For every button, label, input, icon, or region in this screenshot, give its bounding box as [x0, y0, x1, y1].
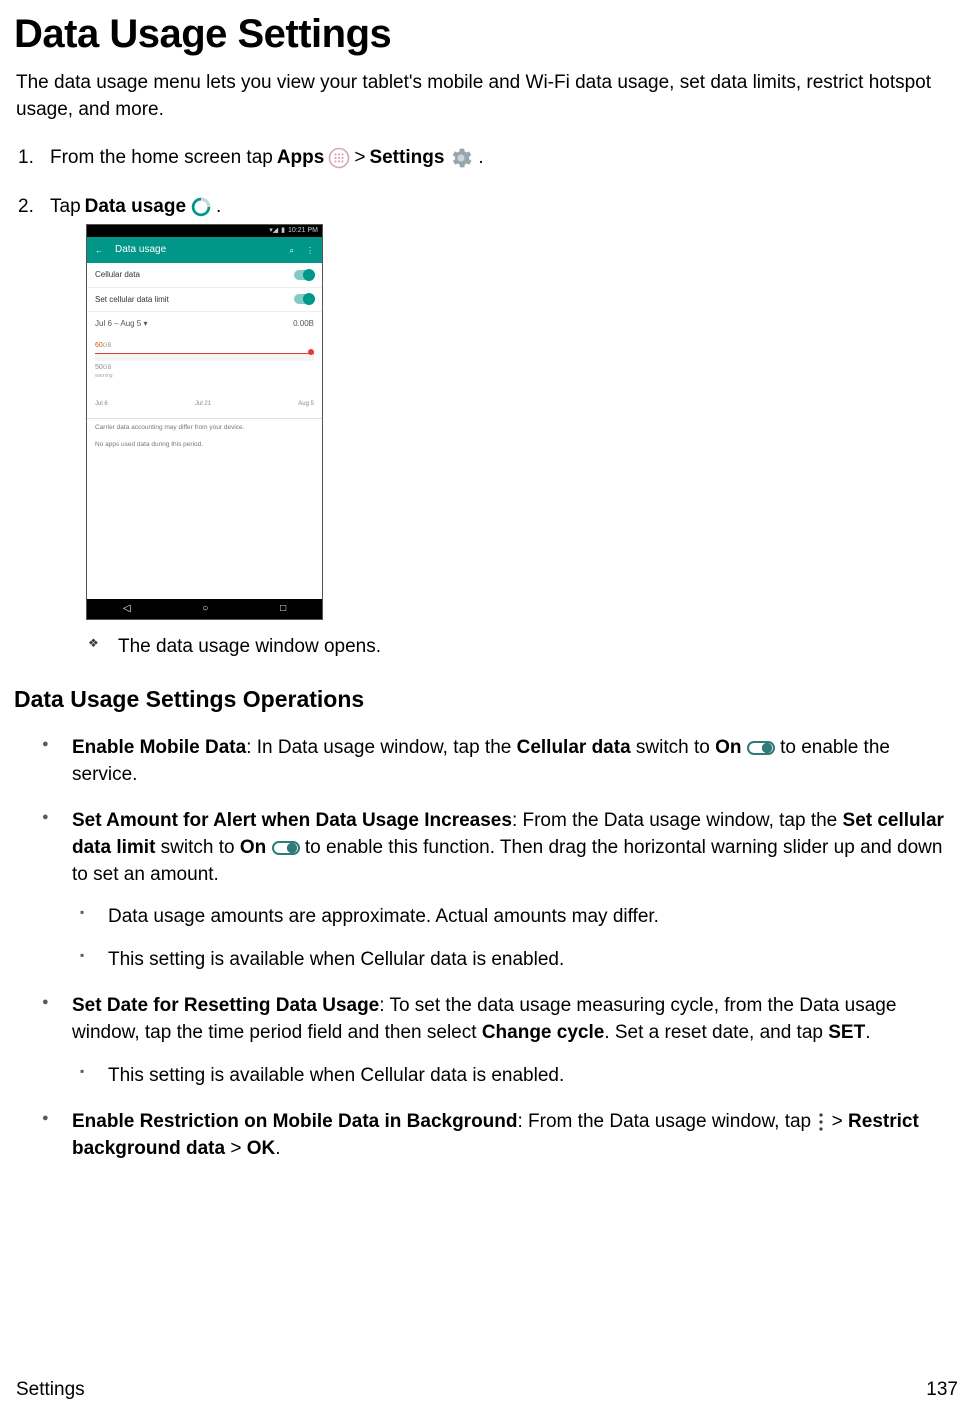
overflow-menu-icon — [816, 1112, 826, 1132]
op1-on: On — [715, 737, 741, 758]
op2-sub1: Data usage amounts are approximate. Actu… — [108, 904, 958, 931]
op1-t1: : In Data usage window, tap the — [246, 737, 516, 758]
toggle-cellular — [294, 270, 314, 280]
page-number: 137 — [926, 1377, 958, 1404]
step-1: 1. From the home screen tap Apps > Setti… — [50, 145, 958, 172]
step-1-text: From the home screen tap — [50, 145, 273, 172]
noapps-note: No apps used data during this period. — [87, 436, 322, 453]
appbar-title: Data usage — [115, 243, 278, 257]
op3-t3: . — [865, 1022, 870, 1043]
nav-back-icon: ◁ — [123, 602, 131, 616]
data-usage-label: Data usage — [85, 194, 186, 221]
intro-text: The data usage menu lets you view your t… — [16, 70, 958, 123]
search-icon: ⌕ — [290, 245, 294, 256]
step-2-text: Tap — [50, 194, 81, 221]
page-title: Data Usage Settings — [14, 6, 958, 62]
op2-t1: : From the Data usage window, tap the — [512, 810, 843, 831]
op4-dot: . — [275, 1138, 280, 1159]
op-set-alert-amount: Set Amount for Alert when Data Usage Inc… — [72, 808, 958, 973]
step-2-dot: . — [216, 194, 221, 221]
nav-home-icon: ○ — [202, 602, 208, 616]
screenshot-data-usage: ▾◢ ▮ 10:21 PM ← Data usage ⌕ ⋮ Cellular … — [86, 224, 323, 620]
op3-title: Set Date for Resetting Data Usage — [72, 995, 379, 1016]
op4-ok: OK — [247, 1138, 276, 1159]
op-enable-mobile-data: Enable Mobile Data: In Data usage window… — [72, 735, 958, 788]
status-battery-icon: ▮ — [281, 226, 285, 236]
op-restrict-background: Enable Restriction on Mobile Data in Bac… — [72, 1109, 958, 1162]
op4-t1: : From the Data usage window, tap — [518, 1111, 817, 1132]
nav-recent-icon: □ — [280, 602, 286, 616]
limit-unit: GB — [103, 343, 112, 349]
cycle-value: 0.00B — [293, 318, 314, 329]
row-set-limit: Set cellular data limit — [95, 294, 169, 305]
op3-set: SET — [828, 1022, 865, 1043]
op2-on: On — [240, 837, 266, 858]
tick-2: Jul 21 — [195, 400, 211, 408]
cycle-arrow-icon: ▾ — [144, 319, 148, 328]
op1-title: Enable Mobile Data — [72, 737, 246, 758]
step-1-dot: . — [478, 145, 483, 172]
footer-section: Settings — [16, 1377, 85, 1404]
op4-gt2: > — [225, 1138, 247, 1159]
cycle-range: Jul 6 – Aug 5 — [95, 319, 141, 328]
op-set-reset-date: Set Date for Resetting Data Usage: To se… — [72, 993, 958, 1089]
gear-icon — [448, 145, 474, 171]
result-note: The data usage window opens. — [118, 634, 958, 661]
warning-label: warning — [95, 373, 314, 380]
op2-sub2: This setting is available when Cellular … — [108, 947, 958, 974]
section-heading: Data Usage Settings Operations — [14, 683, 958, 715]
warn-unit: GB — [103, 365, 112, 371]
limit-value: 60 — [95, 342, 103, 349]
row-cellular-data: Cellular data — [95, 269, 140, 280]
op1-t2: switch to — [631, 737, 715, 758]
step-1-num: 1. — [18, 145, 34, 172]
tick-3: Aug 5 — [298, 400, 314, 408]
step-2: 2. Tap Data usage . ▾◢ ▮ 10:21 PM ← Data… — [50, 194, 958, 661]
op3-t2: . Set a reset date, and tap — [604, 1022, 828, 1043]
overflow-icon: ⋮ — [306, 245, 314, 256]
op2-t2: switch to — [155, 837, 239, 858]
toggle-on-icon — [747, 739, 775, 757]
op4-title: Enable Restriction on Mobile Data in Bac… — [72, 1111, 518, 1132]
tick-1: Jul 6 — [95, 400, 108, 408]
op1-cell: Cellular data — [517, 737, 631, 758]
warn-value: 50 — [95, 364, 103, 371]
toggle-on-icon — [272, 839, 300, 857]
apps-icon — [328, 147, 350, 169]
op4-gt: > — [832, 1111, 848, 1132]
status-signal-icon: ▾◢ — [269, 226, 278, 236]
status-time: 10:21 PM — [288, 226, 318, 236]
op3-change: Change cycle — [482, 1022, 605, 1043]
settings-label: Settings — [369, 145, 444, 172]
toggle-limit — [294, 294, 314, 304]
data-usage-icon — [190, 196, 212, 218]
op2-title: Set Amount for Alert when Data Usage Inc… — [72, 810, 512, 831]
gt1: > — [354, 145, 365, 172]
step-2-num: 2. — [18, 194, 34, 221]
op3-sub1: This setting is available when Cellular … — [108, 1063, 958, 1090]
carrier-note: Carrier data accounting may differ from … — [87, 419, 322, 436]
back-icon: ← — [95, 245, 103, 256]
apps-label: Apps — [277, 145, 325, 172]
